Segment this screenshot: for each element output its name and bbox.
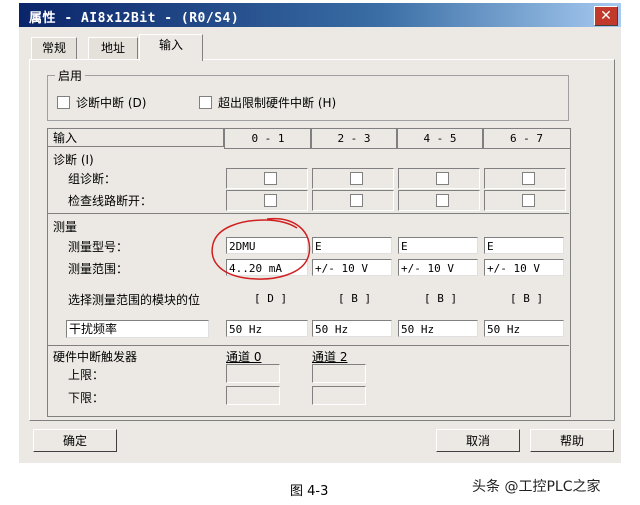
- watermark: 头条 @工控PLC之家: [472, 479, 601, 495]
- diag-interrupt-label: 诊断中断 (D): [76, 96, 147, 110]
- header-col-2-3: 2 - 3: [310, 128, 398, 149]
- wire-break-cell-3: [484, 190, 566, 211]
- header-col-0-1: 0 - 1: [224, 128, 312, 149]
- title-bar: 属性 - AI8x12Bit - (R0/S4) ✕: [19, 3, 621, 27]
- group-diag-checkbox[interactable]: [522, 172, 535, 185]
- annotation-circle: [211, 217, 311, 280]
- interference-frequency-label: 干扰频率: [66, 320, 209, 338]
- diagnostics-title: 诊断 (I): [53, 153, 94, 167]
- measurement-type-field-2[interactable]: E: [398, 237, 478, 254]
- header-col-4-5: 4 - 5: [396, 128, 484, 149]
- wire-break-label: 检查线路断开：: [68, 194, 153, 208]
- measurement-range-field-1[interactable]: +/- 10 V: [312, 259, 392, 276]
- measurement-range-label: 测量范围：: [68, 262, 129, 276]
- group-diag-cell-2: [398, 168, 480, 189]
- interference-field-2[interactable]: 50 Hz: [398, 320, 478, 337]
- module-position-0: [ D ]: [254, 292, 288, 305]
- cancel-button[interactable]: 取消: [436, 429, 520, 452]
- group-diag-checkbox[interactable]: [436, 172, 449, 185]
- wire-break-cell-0: [226, 190, 308, 211]
- measurement-type-label: 测量型号：: [68, 240, 129, 254]
- measurement-type-field-1[interactable]: E: [312, 237, 392, 254]
- tab-label: 常规: [41, 41, 66, 55]
- group-diag-cell-0: [226, 168, 308, 189]
- group-diag-checkbox[interactable]: [264, 172, 277, 185]
- lower-limit-label: 下限：: [68, 391, 105, 405]
- measurement-range-field-3[interactable]: +/- 10 V: [484, 259, 564, 276]
- interference-field-1[interactable]: 50 Hz: [312, 320, 392, 337]
- wire-break-cell-1: [312, 190, 394, 211]
- group-diag-cell-3: [484, 168, 566, 189]
- figure-caption: 图 4-3: [290, 484, 329, 499]
- wire-break-checkbox[interactable]: [522, 194, 535, 207]
- divider-measurement: [47, 345, 569, 346]
- module-position-2: [ B ]: [424, 292, 458, 305]
- module-position-3: [ B ]: [510, 292, 544, 305]
- interference-field-3[interactable]: 50 Hz: [484, 320, 564, 337]
- diag-interrupt-checkbox[interactable]: [57, 96, 70, 109]
- channel-2-label: 通道 2: [312, 350, 348, 364]
- interference-field-0[interactable]: 50 Hz: [226, 320, 308, 337]
- upper-limit-label: 上限：: [68, 368, 105, 382]
- hw-interrupt-title: 硬件中断触发器: [53, 350, 138, 364]
- lower-limit-field-0[interactable]: [226, 386, 280, 405]
- wire-break-checkbox[interactable]: [436, 194, 449, 207]
- close-button[interactable]: ✕: [594, 6, 618, 26]
- header-col-label: 4 - 5: [423, 132, 457, 145]
- upper-limit-field-2[interactable]: [312, 364, 366, 383]
- header-input-label: 输入: [53, 131, 78, 145]
- tab-general[interactable]: 常规: [31, 37, 77, 59]
- window-title: 属性 - AI8x12Bit - (R0/S4): [29, 11, 240, 26]
- measurement-range-field-2[interactable]: +/- 10 V: [398, 259, 478, 276]
- wire-break-checkbox[interactable]: [350, 194, 363, 207]
- limit-interrupt-label: 超出限制硬件中断 (H): [218, 96, 337, 110]
- group-diag-cell-1: [312, 168, 394, 189]
- group-diag-checkbox[interactable]: [350, 172, 363, 185]
- tab-address[interactable]: 地址: [88, 37, 138, 59]
- measurement-title: 测量: [53, 220, 78, 234]
- channel-0-label: 通道 0: [226, 350, 262, 364]
- measurement-type-field-3[interactable]: E: [484, 237, 564, 254]
- header-col-label: 6 - 7: [509, 132, 544, 145]
- limit-interrupt-checkbox[interactable]: [199, 96, 212, 109]
- enable-group-title: 启用: [55, 67, 86, 84]
- upper-limit-field-0[interactable]: [226, 364, 280, 383]
- header-col-label: 0 - 1: [251, 132, 285, 145]
- module-position-label: 选择测量范围的模块的位: [68, 293, 201, 307]
- tab-label: 输入: [158, 38, 183, 52]
- wire-break-cell-2: [398, 190, 480, 211]
- group-diag-label: 组诊断：: [68, 172, 117, 186]
- help-button[interactable]: 帮助: [530, 429, 614, 452]
- wire-break-checkbox[interactable]: [264, 194, 277, 207]
- tab-input[interactable]: 输入: [139, 34, 203, 61]
- lower-limit-field-2[interactable]: [312, 386, 366, 405]
- ok-button[interactable]: 确定: [33, 429, 117, 452]
- tab-label: 地址: [100, 41, 125, 55]
- header-col-label: 2 - 3: [337, 132, 371, 145]
- module-position-1: [ B ]: [338, 292, 372, 305]
- header-input: 输入: [47, 128, 224, 147]
- header-col-6-7: 6 - 7: [482, 128, 571, 149]
- close-icon: ✕: [595, 7, 617, 25]
